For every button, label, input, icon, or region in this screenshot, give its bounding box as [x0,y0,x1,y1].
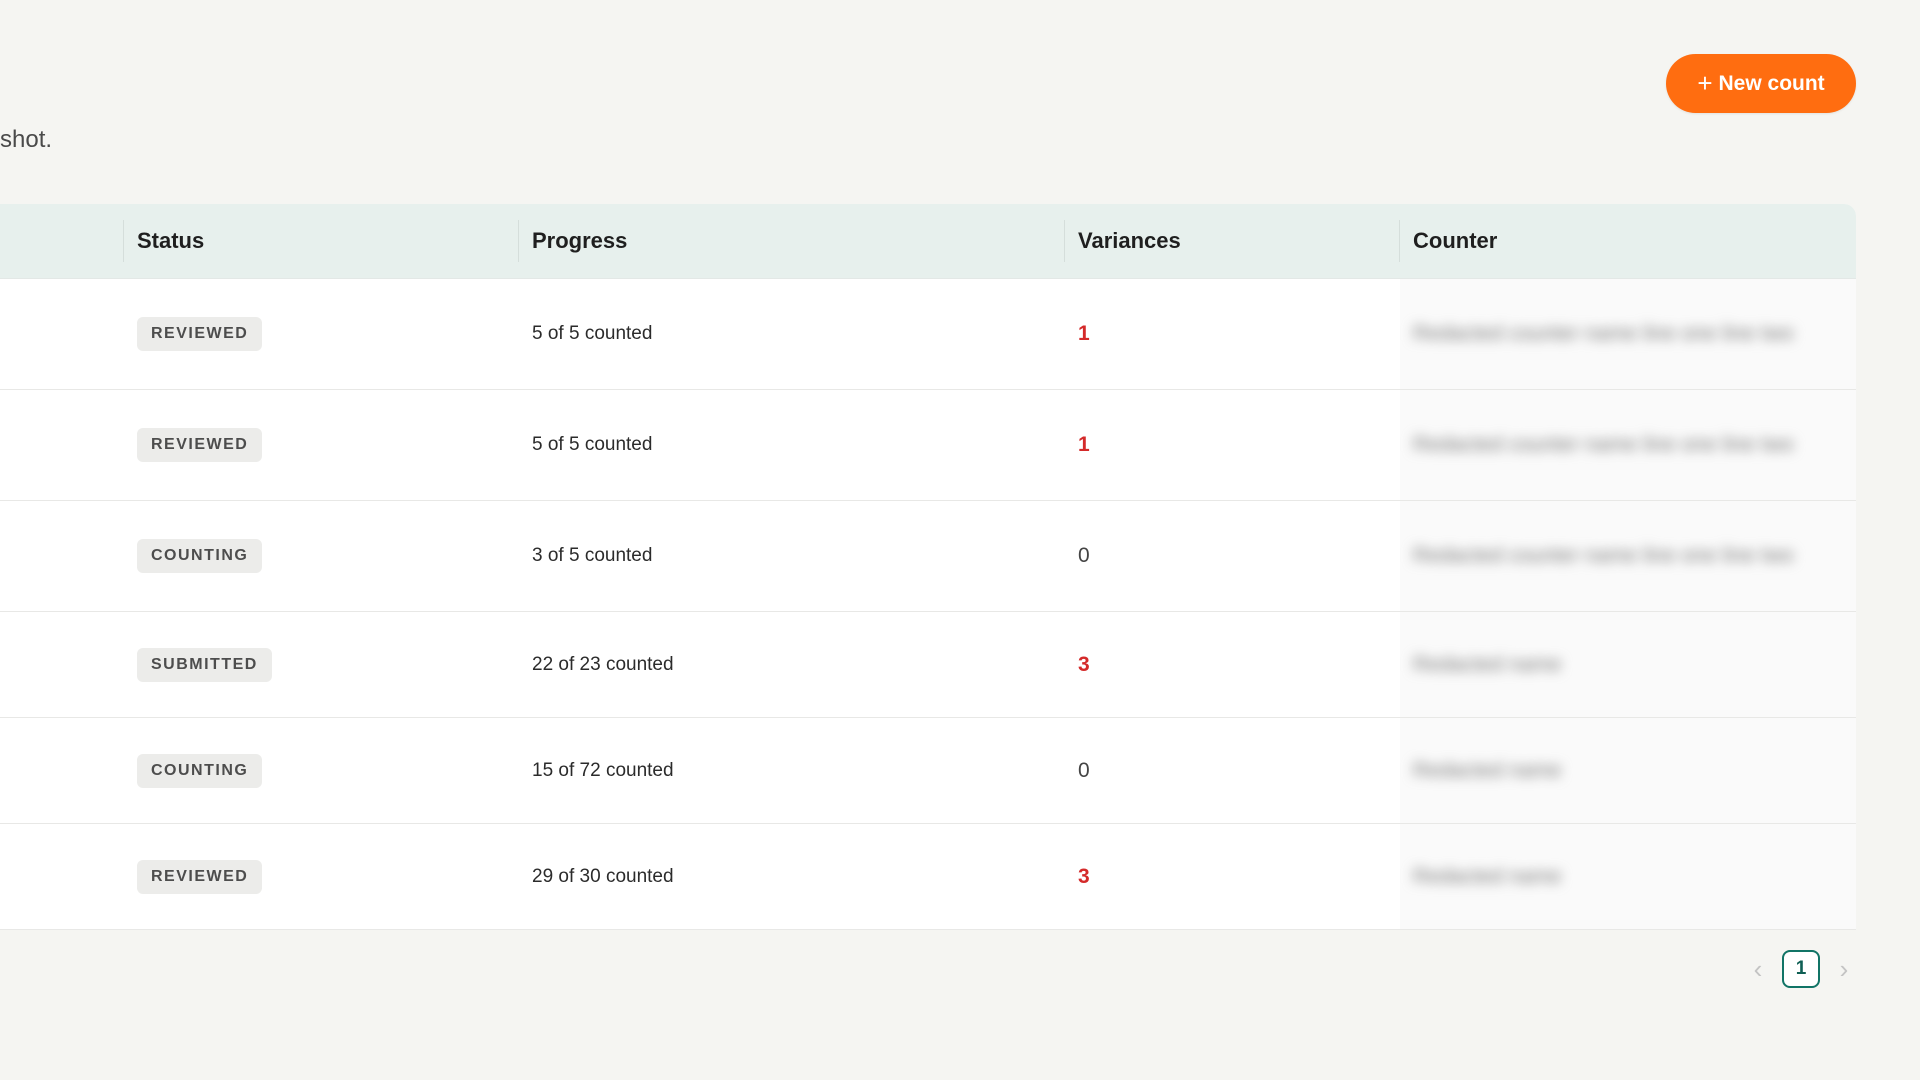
table-row[interactable]: COUNTING 3 of 5 counted 0 Redacted counter … [0,501,1856,612]
column-header-variances[interactable]: Variances [1078,204,1181,278]
table-header: Status Progress Variances Counter [0,204,1856,279]
progress-text: 22 of 23 counted [532,653,674,675]
column-header-status[interactable]: Status [137,204,204,278]
progress-cell: 22 of 23 counted [532,612,674,717]
counts-table: Status Progress Variances Counter REVIEW… [0,204,1856,930]
status-cell: REVIEWED [137,824,263,929]
column-divider [123,220,124,262]
variance-count: 3 [1078,864,1090,888]
chevron-left-icon[interactable]: ‹ [1748,954,1768,985]
page-subtitle: shot. [0,126,53,153]
counter-cell: Redacted counter name line one line two [1400,501,1856,611]
table-row[interactable]: REVIEWED 5 of 5 counted 1 Redacted counter … [0,390,1856,501]
variances-cell: 1 [1078,279,1090,389]
variances-cell: 3 [1078,824,1090,929]
status-badge: REVIEWED [137,859,263,894]
chevron-right-icon[interactable]: › [1834,954,1854,985]
counter-cell: Redacted counter name line one line two [1400,390,1856,500]
status-badge: REVIEWED [137,428,263,462]
counter-cell: Redacted name [1400,824,1856,929]
variance-count: 3 [1078,652,1090,676]
progress-cell: 29 of 30 counted [532,824,674,929]
counter-cell: Redacted name [1400,612,1856,717]
progress-cell: 5 of 5 counted [532,390,652,500]
table-row[interactable]: COUNTING 15 of 72 counted 0 Redacted name [0,718,1856,824]
counter-name: Redacted counter name line one line two [1413,322,1794,345]
progress-text: 15 of 72 counted [532,759,674,781]
table-body: REVIEWED 5 of 5 counted 1 Redacted counter … [0,279,1856,930]
table-row[interactable]: SUBMITTED 22 of 23 counted 3 Redacted name [0,612,1856,718]
column-header-progress[interactable]: Progress [532,204,627,278]
counter-name: Redacted name [1413,864,1562,888]
variance-count: 0 [1078,758,1090,782]
counter-name: Redacted counter name line one line two [1413,544,1794,567]
counter-cell: Redacted name [1400,718,1856,823]
status-cell: REVIEWED [137,279,263,389]
column-header-counter[interactable]: Counter [1413,204,1497,278]
progress-text: 29 of 30 counted [532,865,674,887]
column-divider [1399,220,1400,262]
variance-count: 1 [1078,433,1090,456]
variances-cell: 3 [1078,612,1090,717]
counter-cell: Redacted counter name line one line two [1400,279,1856,389]
variance-count: 0 [1078,544,1090,567]
status-cell: REVIEWED [137,390,263,500]
table-row[interactable]: REVIEWED 29 of 30 counted 3 Redacted name [0,824,1856,930]
table-row[interactable]: REVIEWED 5 of 5 counted 1 Redacted counter … [0,279,1856,390]
status-cell: COUNTING [137,501,263,611]
progress-text: 5 of 5 counted [532,434,653,455]
status-badge: COUNTING [137,753,263,788]
progress-cell: 5 of 5 counted [532,279,652,389]
new-count-button[interactable]: + New count [1666,54,1856,113]
progress-text: 3 of 5 counted [532,545,653,566]
page-number-current[interactable]: 1 [1782,950,1820,988]
counter-name: Redacted name [1413,758,1562,782]
progress-cell: 3 of 5 counted [532,501,652,611]
status-badge: REVIEWED [137,317,263,351]
variances-cell: 1 [1078,390,1090,500]
status-cell: SUBMITTED [137,612,272,717]
column-divider [518,220,519,262]
page: + New count shot. Status Progress Varian… [0,0,1920,1080]
pagination: ‹ 1 › [1748,950,1854,988]
counter-name: Redacted name [1413,652,1562,676]
variance-count: 1 [1078,322,1090,345]
new-count-label: New count [1718,71,1825,95]
counter-name: Redacted counter name line one line two [1413,433,1794,456]
variances-cell: 0 [1078,501,1090,611]
status-badge: SUBMITTED [137,647,272,682]
variances-cell: 0 [1078,718,1090,823]
progress-text: 5 of 5 counted [532,323,653,344]
status-badge: COUNTING [137,539,263,573]
column-divider [1064,220,1065,262]
status-cell: COUNTING [137,718,263,823]
plus-icon: + [1697,67,1713,98]
progress-cell: 15 of 72 counted [532,718,674,823]
